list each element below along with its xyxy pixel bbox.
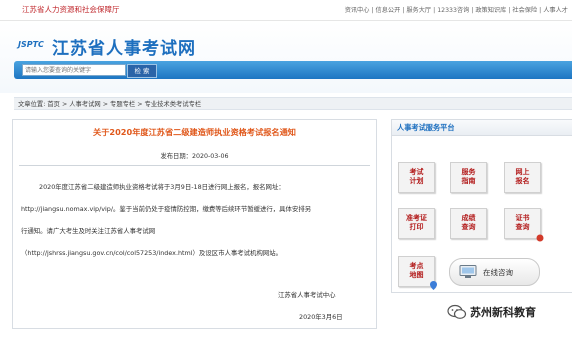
tile-certificate-query[interactable]: 证书 查询 xyxy=(504,208,544,242)
top-nav: 资讯中心 | 信息公开 | 服务大厅 | 12333咨询 | 政策知识库 | 社会保险 | 人事人才 xyxy=(344,7,568,14)
article-panel: 关于2020年度江苏省二级建造师执业资格考试报名通知 发布日期：2020-03-… xyxy=(12,119,377,329)
tile-line: 地图 xyxy=(409,271,424,279)
tile-line: 指南 xyxy=(461,177,476,185)
top-link-info[interactable]: 信息公开 xyxy=(376,7,401,14)
wechat-icon xyxy=(447,304,467,319)
tile-score-query[interactable]: 成绩 查询 xyxy=(450,208,487,239)
breadcrumb-sep: > xyxy=(137,101,143,108)
breadcrumb-prefix: 文章位置: xyxy=(18,101,46,108)
top-link-service[interactable]: 服务大厅 xyxy=(406,7,431,14)
computer-icon xyxy=(459,265,477,278)
tile-line: 考试 xyxy=(409,168,424,176)
logo-abbr: JSPTC xyxy=(18,40,44,49)
top-link-insurance[interactable]: 社会保险 xyxy=(512,7,537,14)
search-button[interactable]: 检 索 xyxy=(127,64,157,78)
signature-date: 2020年3月6日 xyxy=(299,313,343,321)
tile-line: 查询 xyxy=(461,223,476,231)
tile-admission-ticket-print[interactable]: 准考证 打印 xyxy=(398,208,435,239)
online-consult-label: 在线咨询 xyxy=(483,268,513,277)
online-consult-button[interactable]: 在线咨询 xyxy=(449,258,540,286)
tile-line: 成绩 xyxy=(461,214,476,222)
tile-line: 证书 xyxy=(515,214,530,222)
watermark-text: 苏州新科教育 xyxy=(470,306,536,319)
breadcrumb-sep: > xyxy=(61,101,68,108)
tile-line: 网上 xyxy=(515,168,530,176)
breadcrumb-sep: > xyxy=(102,101,109,108)
top-link-news[interactable]: 资讯中心 xyxy=(345,7,370,14)
search-bar: 检 索 xyxy=(14,61,572,79)
tile-line: 报名 xyxy=(515,177,530,185)
tile-service-guide[interactable]: 服务 指南 xyxy=(450,162,487,193)
pin-icon xyxy=(430,281,437,290)
breadcrumb-exam-site[interactable]: 人事考试网 xyxy=(69,101,100,108)
tile-online-registration[interactable]: 网上 报名 xyxy=(504,162,541,193)
tile-line: 计划 xyxy=(409,177,424,185)
article-paragraph-1: 2020年度江苏省二级建造师执业资格考试将于3月9日-18日进行网上报名，报名网… xyxy=(39,183,285,191)
top-link-policy[interactable]: 政策知识库 xyxy=(475,7,506,14)
department-link[interactable]: 江苏省人力资源和社会保障厅 xyxy=(22,4,120,15)
tile-line: 打印 xyxy=(409,223,424,231)
breadcrumb-topics[interactable]: 专题专栏 xyxy=(110,101,135,108)
divider xyxy=(19,165,370,166)
tile-line: 服务 xyxy=(461,168,476,176)
tile-test-site-map[interactable]: 考点 地图 xyxy=(398,256,437,290)
tile-exam-plan[interactable]: 考试 计划 xyxy=(398,162,435,193)
breadcrumb-professional[interactable]: 专业技术类考试专栏 xyxy=(145,101,202,108)
service-panel: 人事考试服务平台 考试 计划 服务 指南 网上 报名 准考证 打印 成绩 查询 … xyxy=(391,119,572,293)
signature-org: 江苏省人事考试中心 xyxy=(278,291,336,299)
article-paragraph-3: 行通知。请广大考生及时关注江苏省人事考试网 xyxy=(21,227,156,235)
search-input[interactable] xyxy=(22,64,126,76)
seal-icon xyxy=(536,234,544,242)
article-paragraph-2: http://jiangsu.nomax.vip/vip/。鉴于当前仍处于疫情防… xyxy=(21,205,312,213)
site-name: 江苏省人事考试网 xyxy=(52,39,196,59)
service-panel-header: 人事考试服务平台 xyxy=(392,120,572,136)
tile-line: 准考证 xyxy=(406,214,427,222)
breadcrumb: 文章位置: 首页 > 人事考试网 > 专题专栏 > 专业技术类考试专栏 xyxy=(14,97,572,110)
breadcrumb-home[interactable]: 首页 xyxy=(47,101,60,108)
service-panel-title: 人事考试服务平台 xyxy=(397,123,455,132)
watermark: 苏州新科教育 xyxy=(447,300,569,324)
tile-line: 考点 xyxy=(409,262,424,270)
article-paragraph-4: （http://jshrss.jiangsu.gov.cn/col/col572… xyxy=(21,249,283,257)
tile-line: 查询 xyxy=(515,223,530,231)
top-link-hotline[interactable]: 12333咨询 xyxy=(437,7,469,14)
article-date: 发布日期：2020-03-06 xyxy=(160,153,229,160)
article-title: 关于2020年度江苏省二级建造师执业资格考试报名通知 xyxy=(93,127,296,137)
top-bar: 江苏省人力资源和社会保障厅 资讯中心 | 信息公开 | 服务大厅 | 12333咨询 | 政策知… xyxy=(0,0,572,21)
top-link-talent[interactable]: 人事人才 xyxy=(543,7,568,14)
